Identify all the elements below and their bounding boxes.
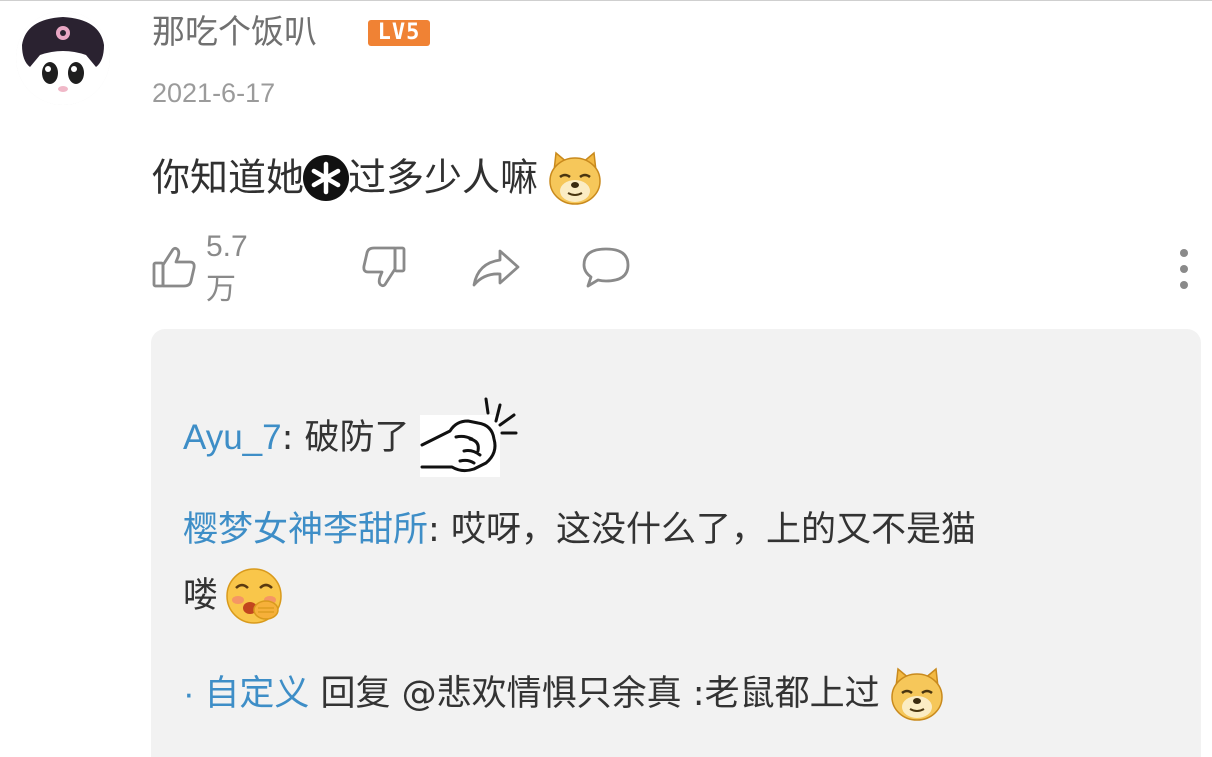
blushing-covered-mouth-emoji-icon bbox=[224, 566, 284, 626]
reply-text: 破防了 bbox=[304, 418, 410, 458]
comment-screen: 那吃个饭叭 LV5 2021-6-17 你知道她 过多少人嘛 5.7万 Ayu_… bbox=[0, 0, 1212, 757]
reply-item-continuation: 喽 bbox=[183, 565, 284, 626]
reply-text: 回复 @悲欢情惧只余真 :老鼠都上过 bbox=[309, 674, 880, 714]
reply-item: Ayu_7: 破防了 bbox=[183, 395, 520, 481]
thumbs-down-icon bbox=[360, 243, 408, 295]
post-date: 2021-6-17 bbox=[152, 78, 276, 108]
replies-panel[interactable]: Ayu_7: 破防了 樱梦女神李甜所: 哎呀，这没什么了，上的又不是猫 喽 · … bbox=[151, 329, 1201, 757]
vertical-ellipsis-icon bbox=[1180, 249, 1188, 289]
dislike-button[interactable] bbox=[360, 241, 408, 297]
reply-username[interactable]: Ayu_7 bbox=[183, 418, 282, 457]
comment-bubble-icon bbox=[580, 243, 632, 295]
reply-text-line-2: 喽 bbox=[183, 576, 219, 616]
comment-text-part-2: 过多少人嘛 bbox=[348, 155, 539, 200]
reply-item: · 自定义 回复 @悲欢情惧只余真 :老鼠都上过 bbox=[183, 663, 946, 724]
share-arrow-icon bbox=[470, 243, 522, 295]
doge-emoji-icon bbox=[888, 665, 946, 723]
comment-text-part-1: 你知道她 bbox=[152, 155, 305, 200]
doge-emoji-icon bbox=[546, 149, 604, 207]
thumbs-up-icon bbox=[150, 243, 198, 295]
username[interactable]: 那吃个饭叭 bbox=[152, 9, 317, 55]
punch-fist-emoji-icon bbox=[416, 395, 520, 481]
comment-text: 你知道她 过多少人嘛 bbox=[152, 145, 604, 208]
level-badge: LV5 bbox=[368, 20, 430, 46]
share-button[interactable] bbox=[470, 241, 522, 297]
like-count: 5.7万 bbox=[206, 230, 248, 306]
reply-username[interactable]: 樱梦女神李甜所 bbox=[183, 510, 428, 549]
reply-button[interactable] bbox=[580, 241, 632, 297]
reply-text: 哎呀，这没什么了，上的又不是猫 bbox=[450, 510, 976, 550]
reply-bullet: · bbox=[183, 674, 205, 713]
asterisk-censor-icon bbox=[302, 154, 350, 202]
avatar[interactable] bbox=[16, 11, 110, 105]
reply-username[interactable]: 自定义 bbox=[204, 674, 309, 713]
more-options-button[interactable] bbox=[1174, 247, 1194, 291]
reply-item: 樱梦女神李甜所: 哎呀，这没什么了，上的又不是猫 bbox=[183, 510, 976, 550]
like-button[interactable]: 5.7万 bbox=[150, 230, 248, 306]
